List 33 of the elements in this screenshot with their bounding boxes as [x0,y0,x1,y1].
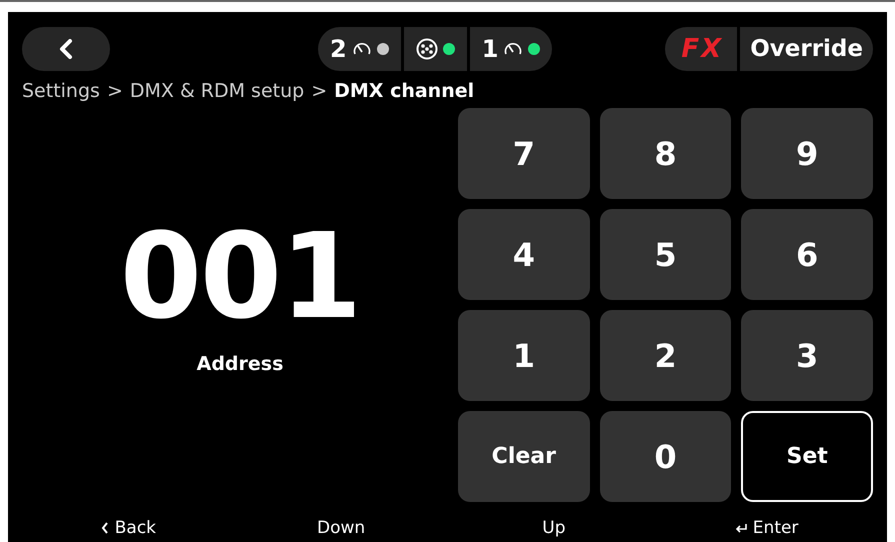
status-indicator: 1 [470,27,552,71]
keypad-key[interactable]: 4 [458,209,590,300]
enter-icon [734,523,747,533]
keypad-key[interactable]: 3 [741,310,873,401]
keypad-key[interactable]: 9 [741,108,873,199]
breadcrumb-item: DMX channel [334,80,474,102]
address-label: Address [196,353,284,375]
keypad-key[interactable]: 5 [600,209,732,300]
keypad-key[interactable]: 7 [458,108,590,199]
keypad-key[interactable]: 6 [741,209,873,300]
softkey-label: Enter [752,518,798,538]
breadcrumb-item[interactable]: Settings [22,80,100,102]
keypad-key[interactable]: Clear [458,411,590,502]
keypad-key[interactable]: Set [741,411,873,502]
keypad-key[interactable]: 2 [600,310,732,401]
gauge-icon [503,41,524,57]
breadcrumb-separator: > [106,80,123,102]
keypad-key[interactable]: 8 [600,108,732,199]
softkey-label: Down [317,518,366,538]
override-button[interactable]: Override [740,27,873,71]
address-value: 001 [120,217,360,335]
keypad-key[interactable]: 0 [600,411,732,502]
breadcrumb-item[interactable]: DMX & RDM setup [130,80,304,102]
softkey-label: Up [542,518,566,538]
chevron-left-icon [59,39,73,59]
gauge-icon [352,41,372,57]
chevron-left-icon [100,522,109,534]
back-button[interactable] [22,27,110,71]
softkey-label: Back [114,518,156,538]
connector-icon [416,38,438,60]
breadcrumb-separator: > [311,80,328,102]
status-indicator: 2 [318,27,401,71]
keypad-key[interactable]: 1 [458,310,590,401]
